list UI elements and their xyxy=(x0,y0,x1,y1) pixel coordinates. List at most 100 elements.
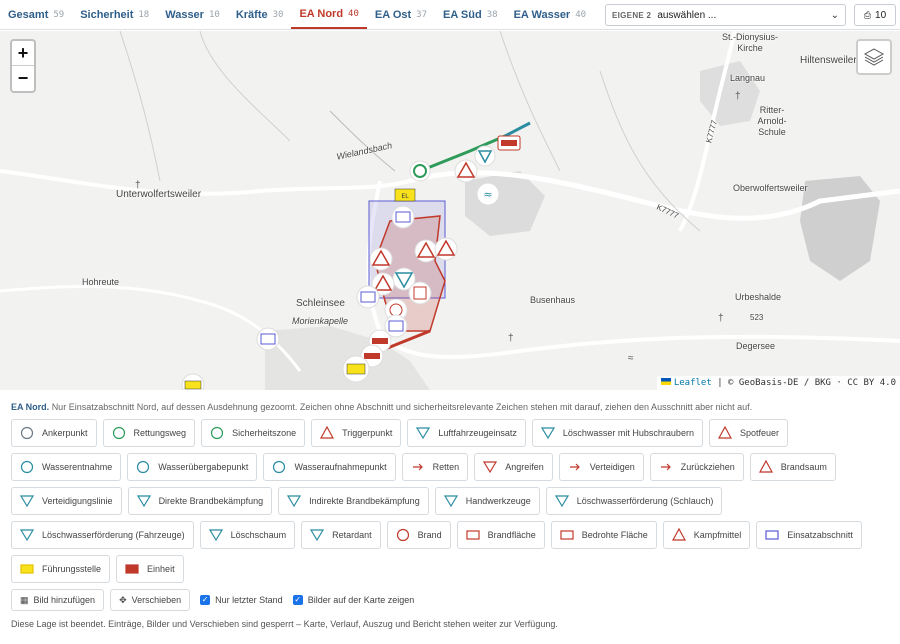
map-label: Schleinsee xyxy=(296,298,345,309)
unit-icon xyxy=(125,562,139,576)
symbol-chip-defense-line[interactable]: Verteidigungslinie xyxy=(11,487,122,515)
symbol-chip-direct-attack[interactable]: Direkte Brandbekämpfung xyxy=(127,487,273,515)
symbol-chip-tanker[interactable]: Löschwasserförderung (Fahrzeuge) xyxy=(11,521,194,549)
defense-line-icon xyxy=(20,494,34,508)
symbol-chip-label: Wasserentnahme xyxy=(42,462,113,472)
symbol-chip-label: Löschwasserförderung (Fahrzeuge) xyxy=(42,530,185,540)
symbol-chip-command-post[interactable]: Führungsstelle xyxy=(11,555,111,583)
symbol-chip-label: Verteidigungslinie xyxy=(42,496,113,506)
symbol-chip-retreat[interactable]: Zurückziehen xyxy=(649,453,744,481)
direct-attack-icon xyxy=(136,494,151,508)
only-last-label: Nur letzter Stand xyxy=(215,595,283,605)
map-label: Busenhaus xyxy=(530,295,576,305)
water-intake-icon xyxy=(20,460,34,474)
zoom-out-button[interactable]: − xyxy=(12,66,34,91)
symbol-chip-trigger[interactable]: Triggerpunkt xyxy=(311,419,402,447)
church-icon: † xyxy=(508,333,514,344)
symbol-chip-anchor[interactable]: Ankerpunkt xyxy=(11,419,97,447)
symbol-chip-heli-water[interactable]: Löschwasser mit Hubschraubern xyxy=(531,419,703,447)
water-pickup-icon xyxy=(272,460,286,474)
aircraft-icon xyxy=(416,426,431,440)
sector-icon xyxy=(765,528,779,542)
map-label: Langnau xyxy=(730,73,766,83)
eigene-select[interactable]: EIGENE 2 auswählen ... ⌄ xyxy=(605,4,846,26)
command-post-icon xyxy=(184,380,202,390)
symbol-chip-hose[interactable]: Löschwasserförderung (Schlauch) xyxy=(545,487,723,515)
tab-ea-wasser[interactable]: EA Wasser 40 xyxy=(506,0,595,29)
symbol-chip-label: Triggerpunkt xyxy=(342,428,393,438)
fire-area-marker[interactable] xyxy=(408,281,432,305)
move-button[interactable]: ✥ Verschieben xyxy=(110,589,191,611)
symbol-chip-aircraft[interactable]: Luftfahrzeugeinsatz xyxy=(407,419,526,447)
layers-button[interactable] xyxy=(856,39,892,75)
unit-icon xyxy=(501,140,517,146)
symbol-chip-label: Retardant xyxy=(332,530,372,540)
add-image-button[interactable]: ▦ Bild hinzufügen xyxy=(11,589,105,611)
symbol-chip-label: Löschschaum xyxy=(230,530,287,540)
only-last-checkbox[interactable]: ✓ Nur letzter Stand xyxy=(200,595,283,605)
route-icon xyxy=(112,426,126,440)
symbol-chip-label: Direkte Brandbekämpfung xyxy=(158,496,264,506)
symbol-chip-label: Indirekte Brandbekämpfung xyxy=(309,496,420,506)
symbol-chip-label: Ankerpunkt xyxy=(42,428,88,438)
tab-ea-ost[interactable]: EA Ost 37 xyxy=(367,0,435,29)
fire-edge-icon xyxy=(758,460,773,474)
tanker-icon xyxy=(20,528,34,542)
symbol-chip-label: Luftfahrzeugeinsatz xyxy=(438,428,517,438)
map-label: Unterwolfertsweiler xyxy=(116,189,202,200)
symbol-chip-handtools[interactable]: Handwerkzeuge xyxy=(434,487,540,515)
symbol-chip-water-handover[interactable]: Wasserübergabepunkt xyxy=(127,453,258,481)
symbol-chip-label: Sicherheitszone xyxy=(232,428,297,438)
symbol-chip-fire-edge[interactable]: Brandsaum xyxy=(749,453,836,481)
symbol-chip-foam[interactable]: Löschschaum xyxy=(199,521,296,549)
symbol-chip-label: Löschwasserförderung (Schlauch) xyxy=(576,496,714,506)
tab-ea-sued[interactable]: EA Süd 38 xyxy=(435,0,506,29)
symbol-chip-label: Führungsstelle xyxy=(42,564,102,574)
layers-icon xyxy=(863,48,885,66)
add-image-label: Bild hinzufügen xyxy=(33,595,96,605)
symbol-chip-fire-area[interactable]: Brandfläche xyxy=(456,521,545,549)
sector-info-text: Nur Einsatzabschnitt Nord, auf dessen Au… xyxy=(51,402,753,412)
symbol-chip-water-intake[interactable]: Wasserentnahme xyxy=(11,453,122,481)
tab-wasser[interactable]: Wasser 10 xyxy=(157,0,228,29)
symbol-chip-unit[interactable]: Einheit xyxy=(116,555,184,583)
tab-gesamt[interactable]: Gesamt 59 xyxy=(0,0,72,29)
symbol-chip-sector[interactable]: Einsatzabschnitt xyxy=(756,521,862,549)
symbol-chip-ordnance[interactable]: Kampfmittel xyxy=(662,521,751,549)
map-view[interactable]: ≈ EL † † † † ≈ Unterwolfertsweiler Hohre… xyxy=(0,31,900,390)
attack-icon xyxy=(483,460,498,474)
symbol-chip-retardant[interactable]: Retardant xyxy=(301,521,381,549)
tab-ea-nord[interactable]: EA Nord 40 xyxy=(291,0,367,29)
sector-marker[interactable] xyxy=(356,285,380,309)
symbol-chip-spotfire[interactable]: Spotfeuer xyxy=(708,419,788,447)
symbol-chip-indirect-attack[interactable]: Indirekte Brandbekämpfung xyxy=(278,487,429,515)
attribution-text: | © GeoBasis-DE / BKG · CC BY 4.0 xyxy=(717,378,896,388)
symbol-chip-defend[interactable]: Verteidigen xyxy=(558,453,644,481)
print-count-button[interactable]: ⎙ 10 xyxy=(854,4,896,26)
map-canvas[interactable]: ≈ EL † † † † ≈ xyxy=(0,31,900,390)
zoom-control: + − xyxy=(10,39,36,93)
sector-marker[interactable] xyxy=(391,205,415,229)
symbol-chip-fire[interactable]: Brand xyxy=(386,521,451,549)
retardant-icon xyxy=(310,528,325,542)
symbol-chip-route[interactable]: Rettungsweg xyxy=(102,419,196,447)
leaflet-link[interactable]: Leaflet xyxy=(674,378,712,388)
symbol-chip-attack[interactable]: Angreifen xyxy=(474,453,553,481)
trigger-icon xyxy=(320,426,335,440)
sector-marker[interactable] xyxy=(256,327,280,351)
tab-sicherheit[interactable]: Sicherheit 18 xyxy=(72,0,157,29)
tab-kraefte[interactable]: Kräfte 30 xyxy=(228,0,292,29)
checkbox-checked-icon: ✓ xyxy=(292,595,303,605)
map-label: Degersee xyxy=(736,341,776,351)
symbol-chip-label: Rettungsweg xyxy=(133,428,187,438)
zoom-in-button[interactable]: + xyxy=(12,41,34,66)
symbol-chip-water-pickup[interactable]: Wasseraufnahmepunkt xyxy=(263,453,396,481)
unit-icon xyxy=(372,338,388,344)
fire-icon xyxy=(396,528,410,542)
command-post-icon: EL xyxy=(401,193,409,200)
symbol-chip-label: Kampfmittel xyxy=(693,530,742,540)
show-images-checkbox[interactable]: ✓ Bilder auf der Karte zeigen xyxy=(292,595,414,605)
symbol-chip-threat-area[interactable]: Bedrohte Fläche xyxy=(550,521,657,549)
symbol-chip-rescue[interactable]: Retten xyxy=(401,453,469,481)
symbol-chip-zone[interactable]: Sicherheitszone xyxy=(201,419,306,447)
